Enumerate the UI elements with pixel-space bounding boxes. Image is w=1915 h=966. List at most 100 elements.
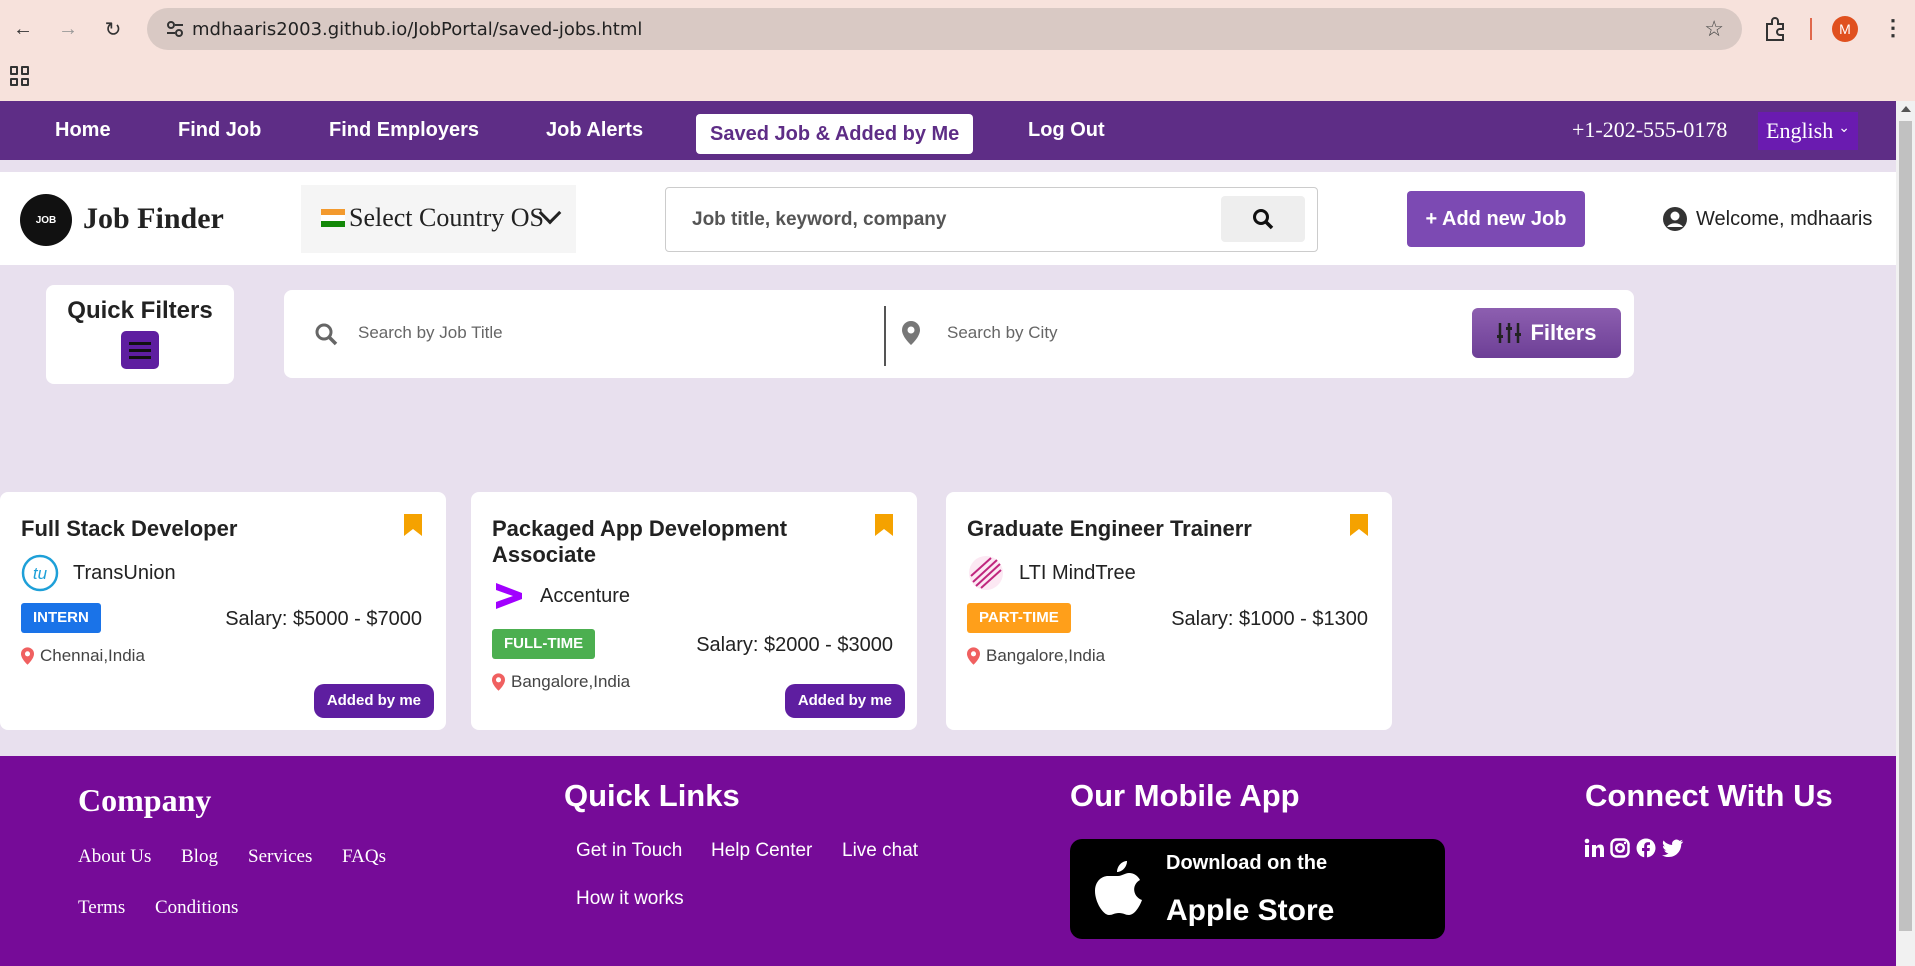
page-scrollbar[interactable] [1896,101,1915,966]
nav-saved-jobs[interactable]: Saved Job & Added by Me [696,114,974,154]
hamburger-menu-icon[interactable] [121,331,159,369]
job-location-text: Chennai,India [40,646,145,665]
apple-store-button[interactable]: Download on the Apple Store [1070,839,1445,939]
welcome-user[interactable]: Welcome, mdhaaris [1662,206,1872,232]
job-card[interactable]: Graduate Engineer Trainerr LTI MindTree … [946,492,1392,730]
twitter-icon[interactable] [1662,838,1684,858]
job-location-text: Bangalore,India [511,672,631,691]
welcome-text: Welcome, mdhaaris [1696,207,1873,230]
company-name: LTI MindTree [1019,561,1136,584]
user-icon [1663,207,1687,231]
job-location: Bangalore,India [492,672,630,692]
search-icon [315,323,338,346]
footer-connect-title: Connect With Us [1585,778,1833,813]
job-title-search-input[interactable]: Search by Job Title [358,323,503,343]
footer-link-about-us[interactable]: About Us [78,846,151,868]
footer-link-how-it-works[interactable]: How it works [576,888,684,910]
profile-avatar[interactable]: M [1832,16,1858,42]
app-store-line2: Apple Store [1166,894,1335,927]
company-name: TransUnion [73,561,176,584]
bookmark-icon[interactable] [1350,514,1368,536]
app-store-line1: Download on the [1166,852,1328,874]
social-links [1584,838,1684,858]
footer-link-terms[interactable]: Terms [78,897,125,919]
transunion-logo: tu [21,554,59,592]
lti-mindtree-logo [969,556,1003,590]
job-location: Bangalore,India [967,646,1105,666]
job-title[interactable]: Packaged App Development Associate [492,516,852,568]
added-by-me-button[interactable]: Added by me [313,684,434,718]
company: Accenture [492,580,630,612]
job-title[interactable]: Graduate Engineer Trainerr [967,516,1327,542]
location-pin-icon [967,647,980,665]
company: LTI MindTree [967,554,1136,592]
brand-name[interactable]: Job Finder [83,202,224,236]
footer-link-services[interactable]: Services [248,846,312,868]
scrollbar-thumb[interactable] [1899,121,1912,931]
forward-arrow-icon[interactable]: → [53,14,83,44]
job-title[interactable]: Full Stack Developer [21,516,381,542]
svg-text:tu: tu [33,564,48,583]
extensions-icon[interactable] [1762,16,1788,42]
added-by-me-button[interactable]: Added by me [784,684,905,718]
header-search-button[interactable] [1221,196,1305,242]
apps-grid-icon[interactable] [10,66,30,86]
browser-menu-icon[interactable]: ⋮ [1882,15,1904,41]
facebook-icon[interactable] [1636,838,1656,858]
header-search-input[interactable]: Job title, keyword, company [692,209,946,231]
back-arrow-icon[interactable]: ← [8,14,38,44]
bookmark-icon[interactable] [404,514,422,536]
job-salary: Salary: $5000 - $7000 [225,608,422,630]
footer-link-faqs[interactable]: FAQs [342,846,386,868]
scroll-up-arrow-icon[interactable] [1901,106,1911,112]
search-icon [1253,209,1274,230]
search-divider [884,306,886,366]
job-type-badge: FULL-TIME [492,629,596,659]
job-type-badge: PART-TIME [967,603,1071,633]
quick-filters-panel: Quick Filters [46,285,234,384]
nav-job-alerts[interactable]: Job Alerts [546,101,643,160]
india-flag-icon [321,209,345,227]
bookmark-star-icon[interactable]: ☆ [1704,16,1724,42]
logo-text: JOB [35,214,57,226]
filters-button[interactable]: Filters [1472,308,1621,358]
job-salary: Salary: $1000 - $1300 [1171,608,1368,630]
job-card[interactable]: Packaged App Development Associate Accen… [471,492,917,730]
footer-link-conditions[interactable]: Conditions [155,897,238,919]
location-pin-icon [492,673,505,691]
job-salary: Salary: $2000 - $3000 [696,634,893,656]
footer-link-help-center[interactable]: Help Center [711,840,812,862]
city-search-input[interactable]: Search by City [947,323,1058,343]
phone-number: +1-202-555-0178 [1572,117,1728,142]
linkedin-icon[interactable] [1584,838,1604,858]
job-location-text: Bangalore,India [986,646,1106,665]
address-bar[interactable]: mdhaaris2003.github.io/JobPortal/saved-j… [147,8,1742,50]
location-pin-icon [902,321,920,345]
nav-find-job[interactable]: Find Job [178,101,261,160]
country-select[interactable]: Select Country OS [301,185,576,253]
footer-link-blog[interactable]: Blog [181,846,218,868]
nav-home[interactable]: Home [55,101,111,160]
accenture-logo [496,583,522,609]
add-new-job-button[interactable]: + Add new Job [1407,191,1585,247]
job-card[interactable]: Full Stack Developer tu TransUnion INTER… [0,492,446,730]
reload-icon[interactable]: ↻ [98,14,128,44]
language-select[interactable]: English ⌄ [1758,112,1858,150]
header-search-field[interactable]: Job title, keyword, company [665,187,1318,252]
instagram-icon[interactable] [1610,838,1630,858]
sliders-icon [1497,323,1522,343]
site-header: JOB Job Finder Select Country OS Job tit… [0,172,1896,265]
bookmark-icon[interactable] [875,514,893,536]
nav-find-employers[interactable]: Find Employers [329,101,479,160]
footer-link-get-in-touch[interactable]: Get in Touch [576,840,682,862]
toolbar-divider [1810,18,1812,40]
job-location: Chennai,India [21,646,145,666]
country-select-label: Select Country OS [349,203,544,232]
job-finder-logo[interactable]: JOB [20,194,72,246]
quick-filters-title: Quick Filters [67,297,213,324]
job-type-badge: INTERN [21,603,101,633]
nav-log-out[interactable]: Log Out [1028,101,1105,160]
site-footer: Company About Us Blog Services FAQs Term… [0,756,1896,966]
footer-link-live-chat[interactable]: Live chat [842,840,918,862]
site-settings-icon[interactable] [165,19,185,39]
